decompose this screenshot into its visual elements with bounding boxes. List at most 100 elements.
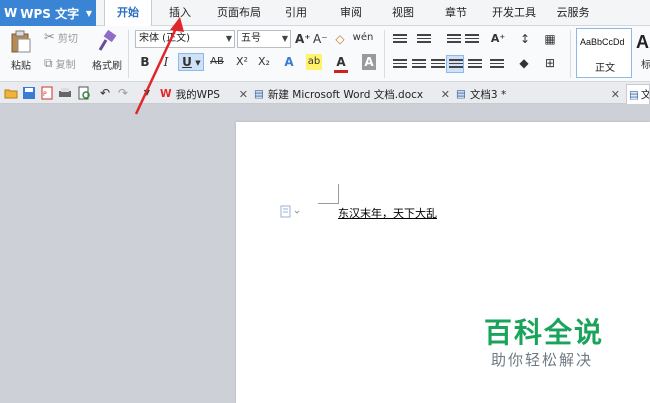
paste-button[interactable]: 粘贴 <box>8 30 34 72</box>
change-case-icon[interactable]: A⁺ <box>487 31 509 47</box>
copy-icon: ⧉ <box>44 56 53 70</box>
tab-cloud[interactable]: 云服务 <box>551 0 595 26</box>
watermark-title: 百科全说 <box>484 316 605 349</box>
tab-sections[interactable]: 章节 <box>437 0 475 26</box>
sort-icon[interactable]: ↕ <box>517 31 533 47</box>
justify-icon <box>449 59 463 71</box>
bold-button[interactable]: B <box>139 54 151 70</box>
divider <box>570 30 571 78</box>
text-effect-button[interactable]: A <box>282 54 296 70</box>
borders-icon[interactable]: ⊞ <box>542 55 558 71</box>
close-icon[interactable]: ✕ <box>441 88 450 101</box>
save-icon[interactable] <box>22 86 36 100</box>
wps-logo-icon: W <box>4 6 17 20</box>
doc-tab-label: 文 <box>641 87 649 102</box>
clipboard-icon <box>11 30 31 53</box>
doc-tab-new-word[interactable]: ▤ 新建 Microsoft Word 文档.docx ✕ <box>254 84 454 104</box>
numbered-list-icon[interactable] <box>417 34 431 46</box>
distribute-icon[interactable] <box>468 59 482 71</box>
phonetic-guide-icon[interactable]: wén <box>352 30 374 46</box>
doc-tab-document3[interactable]: ▤ 文档3 * ✕ <box>456 84 624 104</box>
print-icon[interactable] <box>58 86 72 100</box>
close-icon[interactable]: ✕ <box>611 88 620 101</box>
doc-tab-label: 新建 Microsoft Word 文档.docx <box>267 88 424 101</box>
grow-font-button[interactable]: A⁺ <box>295 31 311 47</box>
style-heading-sample[interactable]: A <box>636 32 649 53</box>
export-pdf-icon[interactable]: P <box>40 86 54 100</box>
superscript-button[interactable]: X² <box>234 54 250 70</box>
watermark-subtitle: 助你轻松解决 <box>491 351 594 369</box>
scissors-icon: ✂ <box>44 30 55 45</box>
tab-view[interactable]: 视图 <box>384 0 422 26</box>
doc-tab-my-wps[interactable]: W 我的WPS ✕ <box>160 84 252 104</box>
subscript-button[interactable]: X₂ <box>256 54 272 70</box>
tab-page-layout[interactable]: 页面布局 <box>211 0 267 26</box>
wps-logo-icon: W <box>160 88 172 100</box>
print-preview-icon[interactable] <box>77 86 91 100</box>
strikethrough-button[interactable]: AB <box>207 54 227 70</box>
font-color-button[interactable]: A <box>334 54 348 73</box>
ribbon: 粘贴 ✂ 剪切 ⧉ 复制 格式刷 宋体 (正文) ▼ 五号 ▼ A⁺ A⁻ ◇ … <box>0 26 650 82</box>
undo-icon[interactable]: ↶ <box>98 85 112 101</box>
align-center-icon[interactable] <box>412 59 426 71</box>
font-name-select[interactable]: 宋体 (正文) ▼ <box>135 30 235 48</box>
style-name: 正文 <box>595 63 615 74</box>
cut-label: 剪切 <box>57 34 78 45</box>
paste-label: 粘贴 <box>11 61 31 72</box>
word-doc-icon: ▤ <box>254 88 264 100</box>
brush-icon <box>98 30 117 51</box>
chevron-down-icon: ▼ <box>85 8 92 18</box>
document-tab-bar: P ↶ ↷ ▼ W 我的WPS ✕ ▤ 新建 Microsoft Word 文档… <box>0 82 650 104</box>
align-left-icon[interactable] <box>393 59 407 71</box>
chevron-down-icon: ▼ <box>195 59 201 67</box>
tab-review[interactable]: 审阅 <box>332 0 370 26</box>
svg-text:P: P <box>43 91 47 98</box>
paragraph-layout-icon[interactable] <box>280 205 302 219</box>
margin-marker <box>338 184 339 204</box>
divider <box>128 30 129 78</box>
style-heading-name: 标 <box>641 60 650 71</box>
title-bar: W WPS 文字 ▼ 开始 插入 页面布局 引用 审阅 视图 章节 开发工具 云… <box>0 0 650 27</box>
divider <box>384 30 385 78</box>
close-icon[interactable]: ✕ <box>239 88 248 101</box>
tab-insert[interactable]: 插入 <box>160 0 200 26</box>
copy-label: 复制 <box>55 60 76 71</box>
font-size-select[interactable]: 五号 ▼ <box>237 30 291 48</box>
open-icon[interactable] <box>4 86 18 100</box>
align-right-icon[interactable] <box>431 59 445 71</box>
doc-tab-active[interactable]: ▤ 文 <box>626 84 650 104</box>
app-menu-button[interactable]: W WPS 文字 ▼ <box>0 0 96 26</box>
margin-marker <box>318 203 338 204</box>
app-name: WPS 文字 <box>20 6 80 21</box>
chevron-down-icon[interactable]: ▼ <box>142 85 152 101</box>
style-sample: AaBbCcDd <box>580 37 625 47</box>
char-shading-button[interactable]: A <box>362 54 376 70</box>
chevron-down-icon: ▼ <box>281 34 288 43</box>
shading-icon[interactable]: ◆ <box>516 55 532 71</box>
increase-indent-icon[interactable] <box>465 34 479 46</box>
table-icon[interactable]: ▦ <box>542 31 558 47</box>
italic-button[interactable]: I <box>160 54 172 70</box>
tab-developer[interactable]: 开发工具 <box>488 0 540 26</box>
tab-references[interactable]: 引用 <box>277 0 315 26</box>
document-text[interactable]: 东汉末年，天下大乱 <box>338 205 437 221</box>
highlight-button[interactable]: ab <box>306 54 322 70</box>
doc-icon: ▤ <box>456 88 466 100</box>
style-normal-tile[interactable]: AaBbCcDd 正文 <box>576 28 632 78</box>
format-painter-button[interactable]: 格式刷 <box>90 30 124 72</box>
shrink-font-button[interactable]: A⁻ <box>313 31 328 47</box>
format-painter-label: 格式刷 <box>92 61 122 72</box>
line-spacing-icon[interactable] <box>490 59 504 71</box>
copy-button[interactable]: ⧉ 复制 <box>44 56 76 71</box>
tab-home[interactable]: 开始 <box>104 0 152 27</box>
bullet-list-icon[interactable] <box>393 34 407 46</box>
redo-icon[interactable]: ↷ <box>116 85 130 101</box>
chevron-down-icon: ▼ <box>225 34 232 43</box>
doc-tab-label: 我的WPS <box>175 88 220 101</box>
cut-button[interactable]: ✂ 剪切 <box>44 30 78 45</box>
clear-format-icon[interactable]: ◇ <box>333 31 347 47</box>
font-size-value: 五号 <box>241 33 261 44</box>
underline-button[interactable]: U <box>181 54 193 70</box>
doc-icon: ▤ <box>629 88 639 101</box>
decrease-indent-icon[interactable] <box>447 34 461 46</box>
